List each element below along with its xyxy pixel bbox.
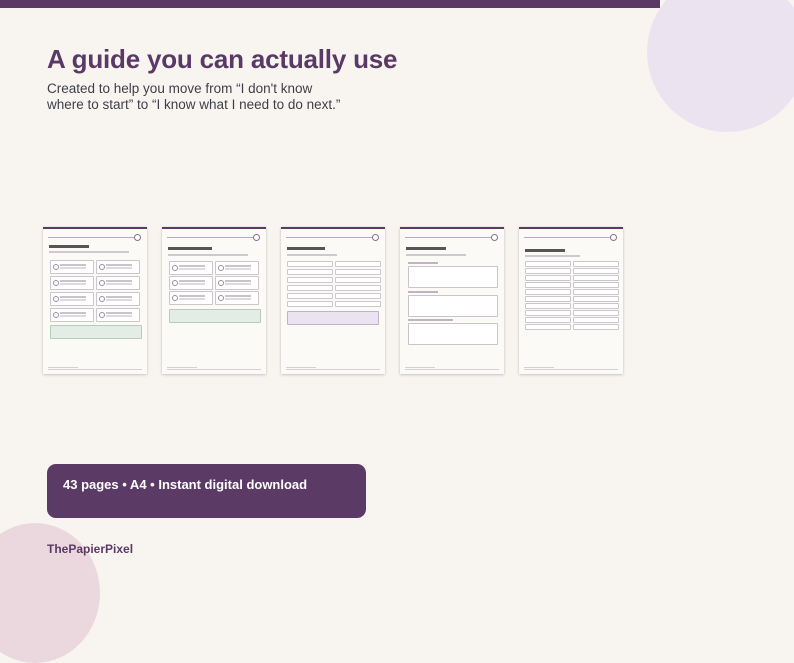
decorative-circle-top-right xyxy=(647,0,794,132)
preview-page-5 xyxy=(519,227,623,374)
product-info-banner: 43 pages • A4 • Instant digital download xyxy=(47,464,366,518)
preview-pages xyxy=(43,227,623,375)
page-subtitle: Created to help you move from “I don't k… xyxy=(47,81,341,112)
product-info-text: 43 pages • A4 • Instant digital download xyxy=(63,477,308,492)
preview-page-2 xyxy=(162,227,266,374)
preview-page-3 xyxy=(281,227,385,374)
page-title: A guide you can actually use xyxy=(47,44,398,74)
preview-page-1 xyxy=(43,227,147,374)
top-accent-bar xyxy=(0,0,660,8)
brand-name: ThePapierPixel xyxy=(47,542,134,556)
preview-page-4 xyxy=(400,227,504,374)
